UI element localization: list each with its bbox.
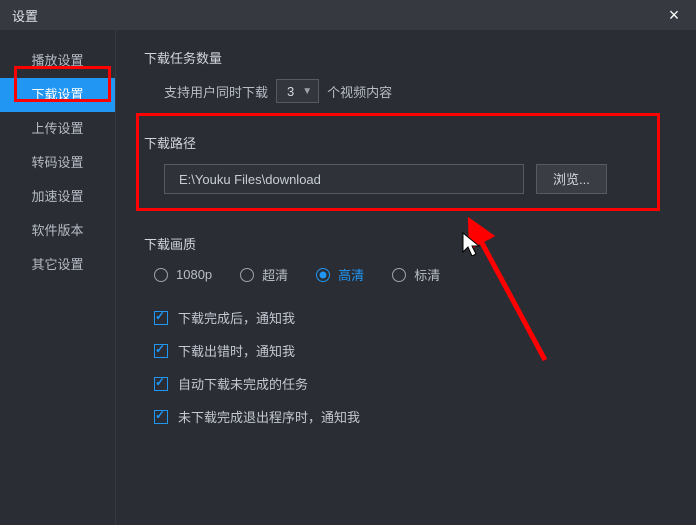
radio-label: 超清 <box>262 265 288 284</box>
quality-1080p[interactable]: 1080p <box>154 267 212 282</box>
radio-label: 高清 <box>338 265 364 284</box>
close-icon[interactable]: × <box>664 5 684 26</box>
tasks-count-select[interactable]: 3 ▼ <box>276 79 319 103</box>
sidebar-item-label: 转码设置 <box>31 155 83 170</box>
check-exit-notify[interactable]: 未下载完成退出程序时，通知我 <box>154 407 666 426</box>
checkbox-label: 自动下载未完成的任务 <box>178 374 308 393</box>
chevron-down-icon: ▼ <box>302 86 312 97</box>
content-panel: 下载任务数量 支持用户同时下载 3 ▼ 个视频内容 下载路径 E:\Youku … <box>115 30 696 525</box>
sidebar-item-label: 播放设置 <box>31 53 83 68</box>
quality-section: 下载画质 1080p 超清 高清 <box>144 234 666 284</box>
sidebar-item-accelerate[interactable]: 加速设置 <box>0 180 115 214</box>
tasks-count-value: 3 <box>287 84 294 99</box>
radio-icon <box>392 268 406 282</box>
sidebar: 播放设置 下载设置 上传设置 转码设置 加速设置 软件版本 其它设置 <box>0 30 115 525</box>
checkbox-label: 下载出错时，通知我 <box>178 341 295 360</box>
sidebar-item-play[interactable]: 播放设置 <box>0 44 115 78</box>
checkbox-icon <box>154 410 168 424</box>
checkbox-label: 未下载完成退出程序时，通知我 <box>178 407 360 426</box>
notify-options: 下载完成后，通知我 下载出错时，通知我 自动下载未完成的任务 未下载完成退出程序… <box>154 308 666 426</box>
quality-options: 1080p 超清 高清 标清 <box>154 265 666 284</box>
radio-icon <box>154 268 168 282</box>
radio-label: 标清 <box>414 265 440 284</box>
quality-standard[interactable]: 标清 <box>392 265 440 284</box>
sidebar-item-label: 加速设置 <box>31 189 83 204</box>
check-error-notify[interactable]: 下载出错时，通知我 <box>154 341 666 360</box>
quality-high[interactable]: 高清 <box>316 265 364 284</box>
radio-label: 1080p <box>176 267 212 282</box>
tasks-title: 下载任务数量 <box>144 48 666 67</box>
tasks-section: 下载任务数量 支持用户同时下载 3 ▼ 个视频内容 <box>144 48 666 103</box>
tasks-prefix: 支持用户同时下载 <box>164 82 268 101</box>
sidebar-item-version[interactable]: 软件版本 <box>0 214 115 248</box>
window-title: 设置 <box>12 6 38 25</box>
radio-icon <box>240 268 254 282</box>
quality-title: 下载画质 <box>144 234 666 253</box>
browse-button[interactable]: 浏览... <box>536 164 607 194</box>
tasks-suffix: 个视频内容 <box>327 82 392 101</box>
sidebar-item-upload[interactable]: 上传设置 <box>0 112 115 146</box>
path-title: 下载路径 <box>144 133 666 152</box>
tasks-row: 支持用户同时下载 3 ▼ 个视频内容 <box>164 79 666 103</box>
path-section: 下载路径 E:\Youku Files\download 浏览... <box>144 123 666 214</box>
sidebar-item-label: 其它设置 <box>31 257 83 272</box>
quality-super[interactable]: 超清 <box>240 265 288 284</box>
settings-window: 设置 × 播放设置 下载设置 上传设置 转码设置 加速设置 软件版本 其它设置 … <box>0 0 696 525</box>
sidebar-item-label: 软件版本 <box>31 223 83 238</box>
radio-icon <box>316 268 330 282</box>
checkbox-icon <box>154 344 168 358</box>
sidebar-item-label: 上传设置 <box>31 121 83 136</box>
path-group: E:\Youku Files\download 浏览... <box>164 164 666 194</box>
titlebar: 设置 × <box>0 0 696 30</box>
sidebar-item-download[interactable]: 下载设置 <box>0 78 115 112</box>
sidebar-item-label: 下载设置 <box>31 87 83 102</box>
checkbox-label: 下载完成后，通知我 <box>178 308 295 327</box>
sidebar-item-transcode[interactable]: 转码设置 <box>0 146 115 180</box>
checkbox-icon <box>154 311 168 325</box>
checkbox-icon <box>154 377 168 391</box>
body: 播放设置 下载设置 上传设置 转码设置 加速设置 软件版本 其它设置 下载任务数… <box>0 30 696 525</box>
download-path-input[interactable]: E:\Youku Files\download <box>164 164 524 194</box>
check-complete-notify[interactable]: 下载完成后，通知我 <box>154 308 666 327</box>
check-auto-resume[interactable]: 自动下载未完成的任务 <box>154 374 666 393</box>
sidebar-item-other[interactable]: 其它设置 <box>0 248 115 282</box>
